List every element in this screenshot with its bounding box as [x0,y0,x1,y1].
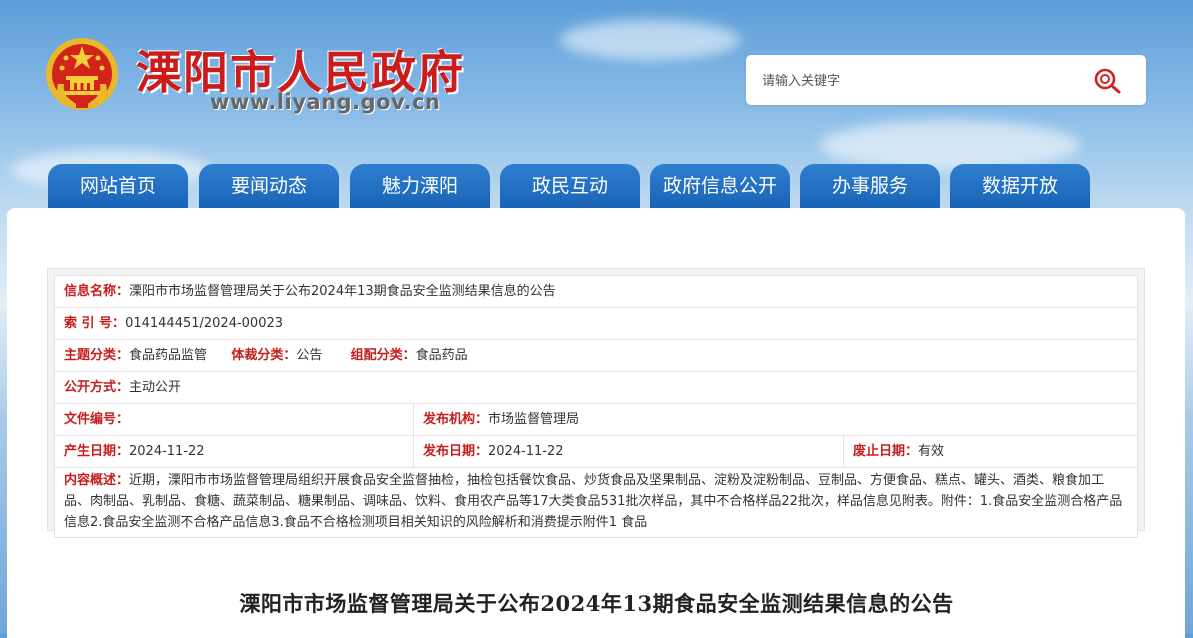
site-url: www.liyang.gov.cn [210,90,441,114]
nav-tab-gov-info[interactable]: 政府信息公开 [650,164,790,208]
info-table: 信息名称：溧阳市市场监督管理局关于公布2024年13期食品安全监测结果信息的公告… [47,268,1145,538]
info-table-inner: 信息名称：溧阳市市场监督管理局关于公布2024年13期食品安全监测结果信息的公告… [54,275,1138,538]
info-genre-value: 公告 [296,348,323,363]
info-open-mode-value: 主动公开 [129,380,182,395]
info-topic-value: 食品药品监管 [129,348,208,363]
info-row-categories: 主题分类：食品药品监管 体裁分类：公告 组配分类：食品药品 [55,340,1137,372]
info-expire-value: 有效 [918,444,945,459]
info-row-index: 索 引 号：014144451/2024-00023 [55,308,1137,340]
info-issuer-label: 发布机构： [423,412,489,427]
nav-tab-interaction[interactable]: 政民互动 [500,164,640,208]
info-published-label: 发布日期： [423,444,489,459]
nav-tab-news[interactable]: 要闻动态 [199,164,339,208]
nav-tab-services[interactable]: 办事服务 [800,164,940,208]
info-topic-label: 主题分类： [64,348,130,363]
nav-tab-home[interactable]: 网站首页 [48,164,188,208]
info-row-open-mode: 公开方式：主动公开 [55,372,1137,404]
search-input[interactable] [760,67,1084,95]
info-index-value: 014144451/2024-00023 [125,316,284,331]
national-emblem-icon[interactable] [44,36,120,112]
nav-tab-charm-liyang[interactable]: 魅力溧阳 [350,164,490,208]
info-issuer-value: 市场监督管理局 [488,412,580,427]
article-title: 溧阳市市场监督管理局关于公布2024年13期食品安全监测结果信息的公告 [239,591,954,616]
info-genre-label: 体裁分类： [231,348,297,363]
info-doc-no-label: 文件编号： [64,412,130,427]
info-org-cat-value: 食品药品 [415,348,468,363]
search-box [746,55,1146,105]
info-open-mode-label: 公开方式： [64,380,130,395]
info-org-cat-label: 组配分类： [350,348,416,363]
info-created-value: 2024-11-22 [129,444,205,459]
info-index-label: 索 引 号： [64,316,126,331]
info-summary-label: 内容概述： [64,473,130,488]
info-created-label: 产生日期： [64,444,130,459]
info-name-label: 信息名称： [64,284,130,299]
info-row-name: 信息名称：溧阳市市场监督管理局关于公布2024年13期食品安全监测结果信息的公告 [55,276,1137,308]
info-summary-value: 近期，溧阳市市场监督管理局组织开展食品安全监督抽检，抽检包括餐饮食品、炒货食品及… [64,473,1123,530]
info-row-dates: 产生日期：2024-11-22 发布日期：2024-11-22 废止日期：有效 [55,436,1137,468]
nav-tab-open-data[interactable]: 数据开放 [950,164,1090,208]
info-row-doc: 文件编号： 发布机构：市场监督管理局 [55,404,1137,436]
info-row-summary: 内容概述：近期，溧阳市市场监督管理局组织开展食品安全监督抽检，抽检包括餐饮食品、… [55,468,1137,537]
info-expire-label: 废止日期： [853,444,919,459]
search-icon[interactable] [1091,65,1123,95]
info-published-value: 2024-11-22 [488,444,564,459]
info-name-value: 溧阳市市场监督管理局关于公布2024年13期食品安全监测结果信息的公告 [129,284,556,299]
